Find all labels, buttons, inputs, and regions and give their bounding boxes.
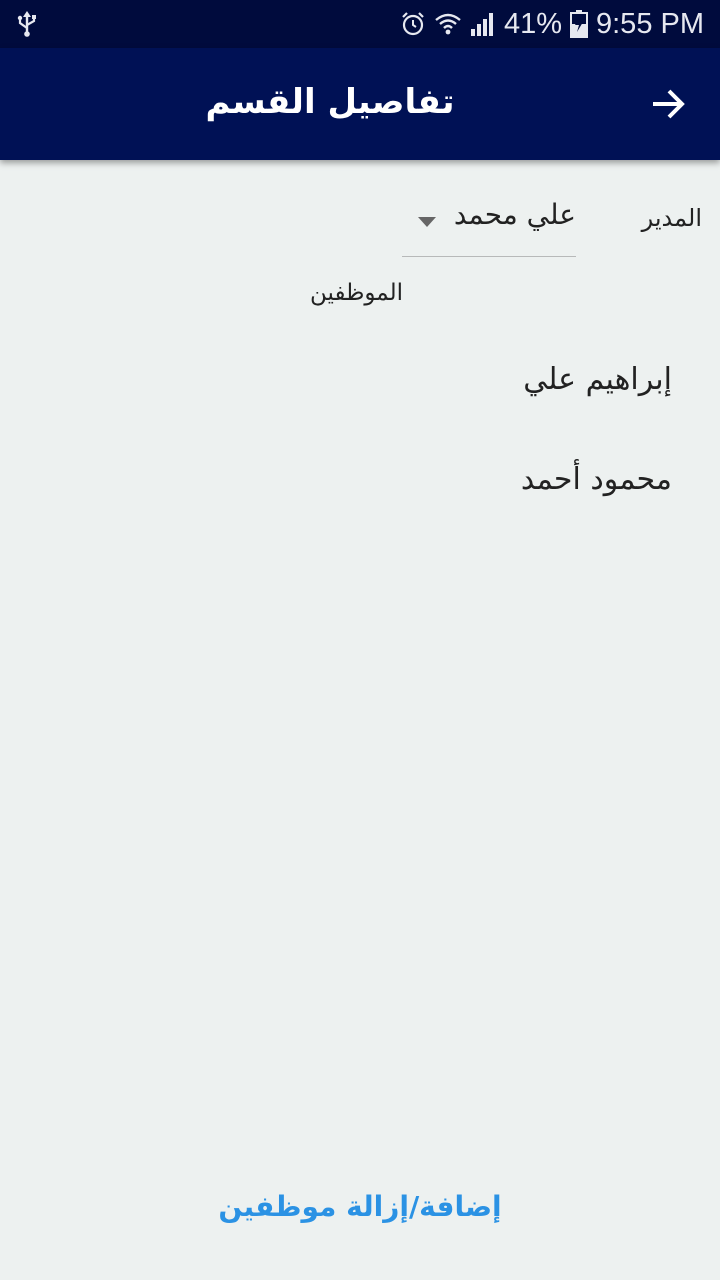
employee-list: إبراهيم علي محمود أحمد (272, 356, 672, 556)
battery-percent: 41% (503, 8, 562, 40)
battery-charging-icon (570, 10, 588, 38)
add-remove-employees-button[interactable]: إضافة/إزالة موظفين (0, 1190, 720, 1223)
list-item[interactable]: محمود أحمد (272, 456, 672, 556)
arrow-right-icon (653, 89, 685, 119)
list-item[interactable]: إبراهيم علي (272, 356, 672, 456)
manager-dropdown[interactable]: علي محمد (402, 196, 576, 257)
back-button[interactable] (642, 78, 694, 130)
signal-icon (470, 13, 493, 36)
app-bar: تفاصيل القسم (0, 48, 720, 160)
alarm-icon (402, 12, 424, 36)
status-time: 9:55 PM (596, 8, 704, 40)
page-title: تفاصيل القسم (205, 82, 455, 122)
dropdown-arrow-icon (418, 217, 436, 227)
manager-selected-value: علي محمد (453, 198, 576, 231)
wifi-icon (435, 13, 461, 35)
usb-icon (17, 11, 36, 37)
status-bar: 41% 9:55 PM (0, 0, 720, 48)
employees-label: الموظفين (310, 280, 403, 306)
manager-label: المدير (641, 204, 702, 232)
